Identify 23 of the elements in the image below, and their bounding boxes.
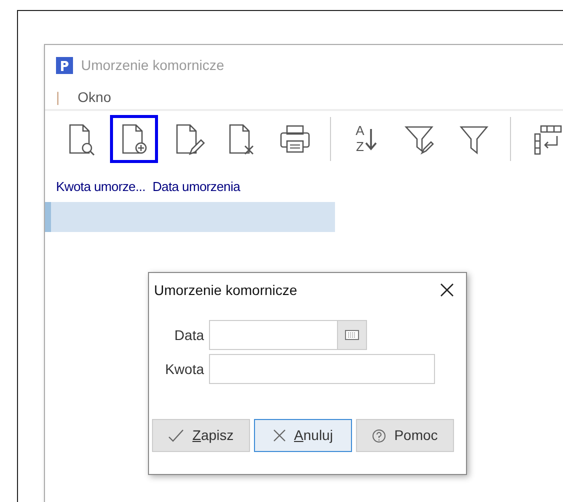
help-button[interactable]: Pomoc	[356, 419, 454, 452]
save-button[interactable]: Zapisz	[152, 419, 250, 452]
sort-button[interactable]: A Z	[343, 114, 391, 162]
app-logo-icon	[56, 56, 73, 74]
calendar-icon	[345, 330, 359, 340]
calendar-button[interactable]	[337, 321, 366, 349]
sort-letter: Z	[356, 138, 364, 154]
help-icon	[372, 428, 386, 442]
menu-item[interactable]: Okno	[78, 86, 112, 108]
close-icon	[273, 429, 286, 442]
toolbar-button[interactable]	[110, 114, 158, 162]
window-title: Umorzenie komornicze	[81, 56, 224, 74]
sort-letter: A	[356, 122, 364, 138]
cancel-button[interactable]: Anuluj	[254, 419, 352, 452]
column-header[interactable]: Data umorzenia	[152, 177, 240, 197]
field-label: Data	[173, 326, 205, 344]
check-icon	[168, 428, 184, 442]
input-field[interactable]	[209, 354, 435, 384]
field-label: Kwota	[164, 360, 205, 378]
dialog-title: Umorzenie komornicze	[154, 280, 298, 300]
close-icon[interactable]	[440, 283, 454, 297]
date-field[interactable]	[209, 320, 367, 350]
column-header[interactable]: Kwota umorze...	[56, 177, 146, 197]
